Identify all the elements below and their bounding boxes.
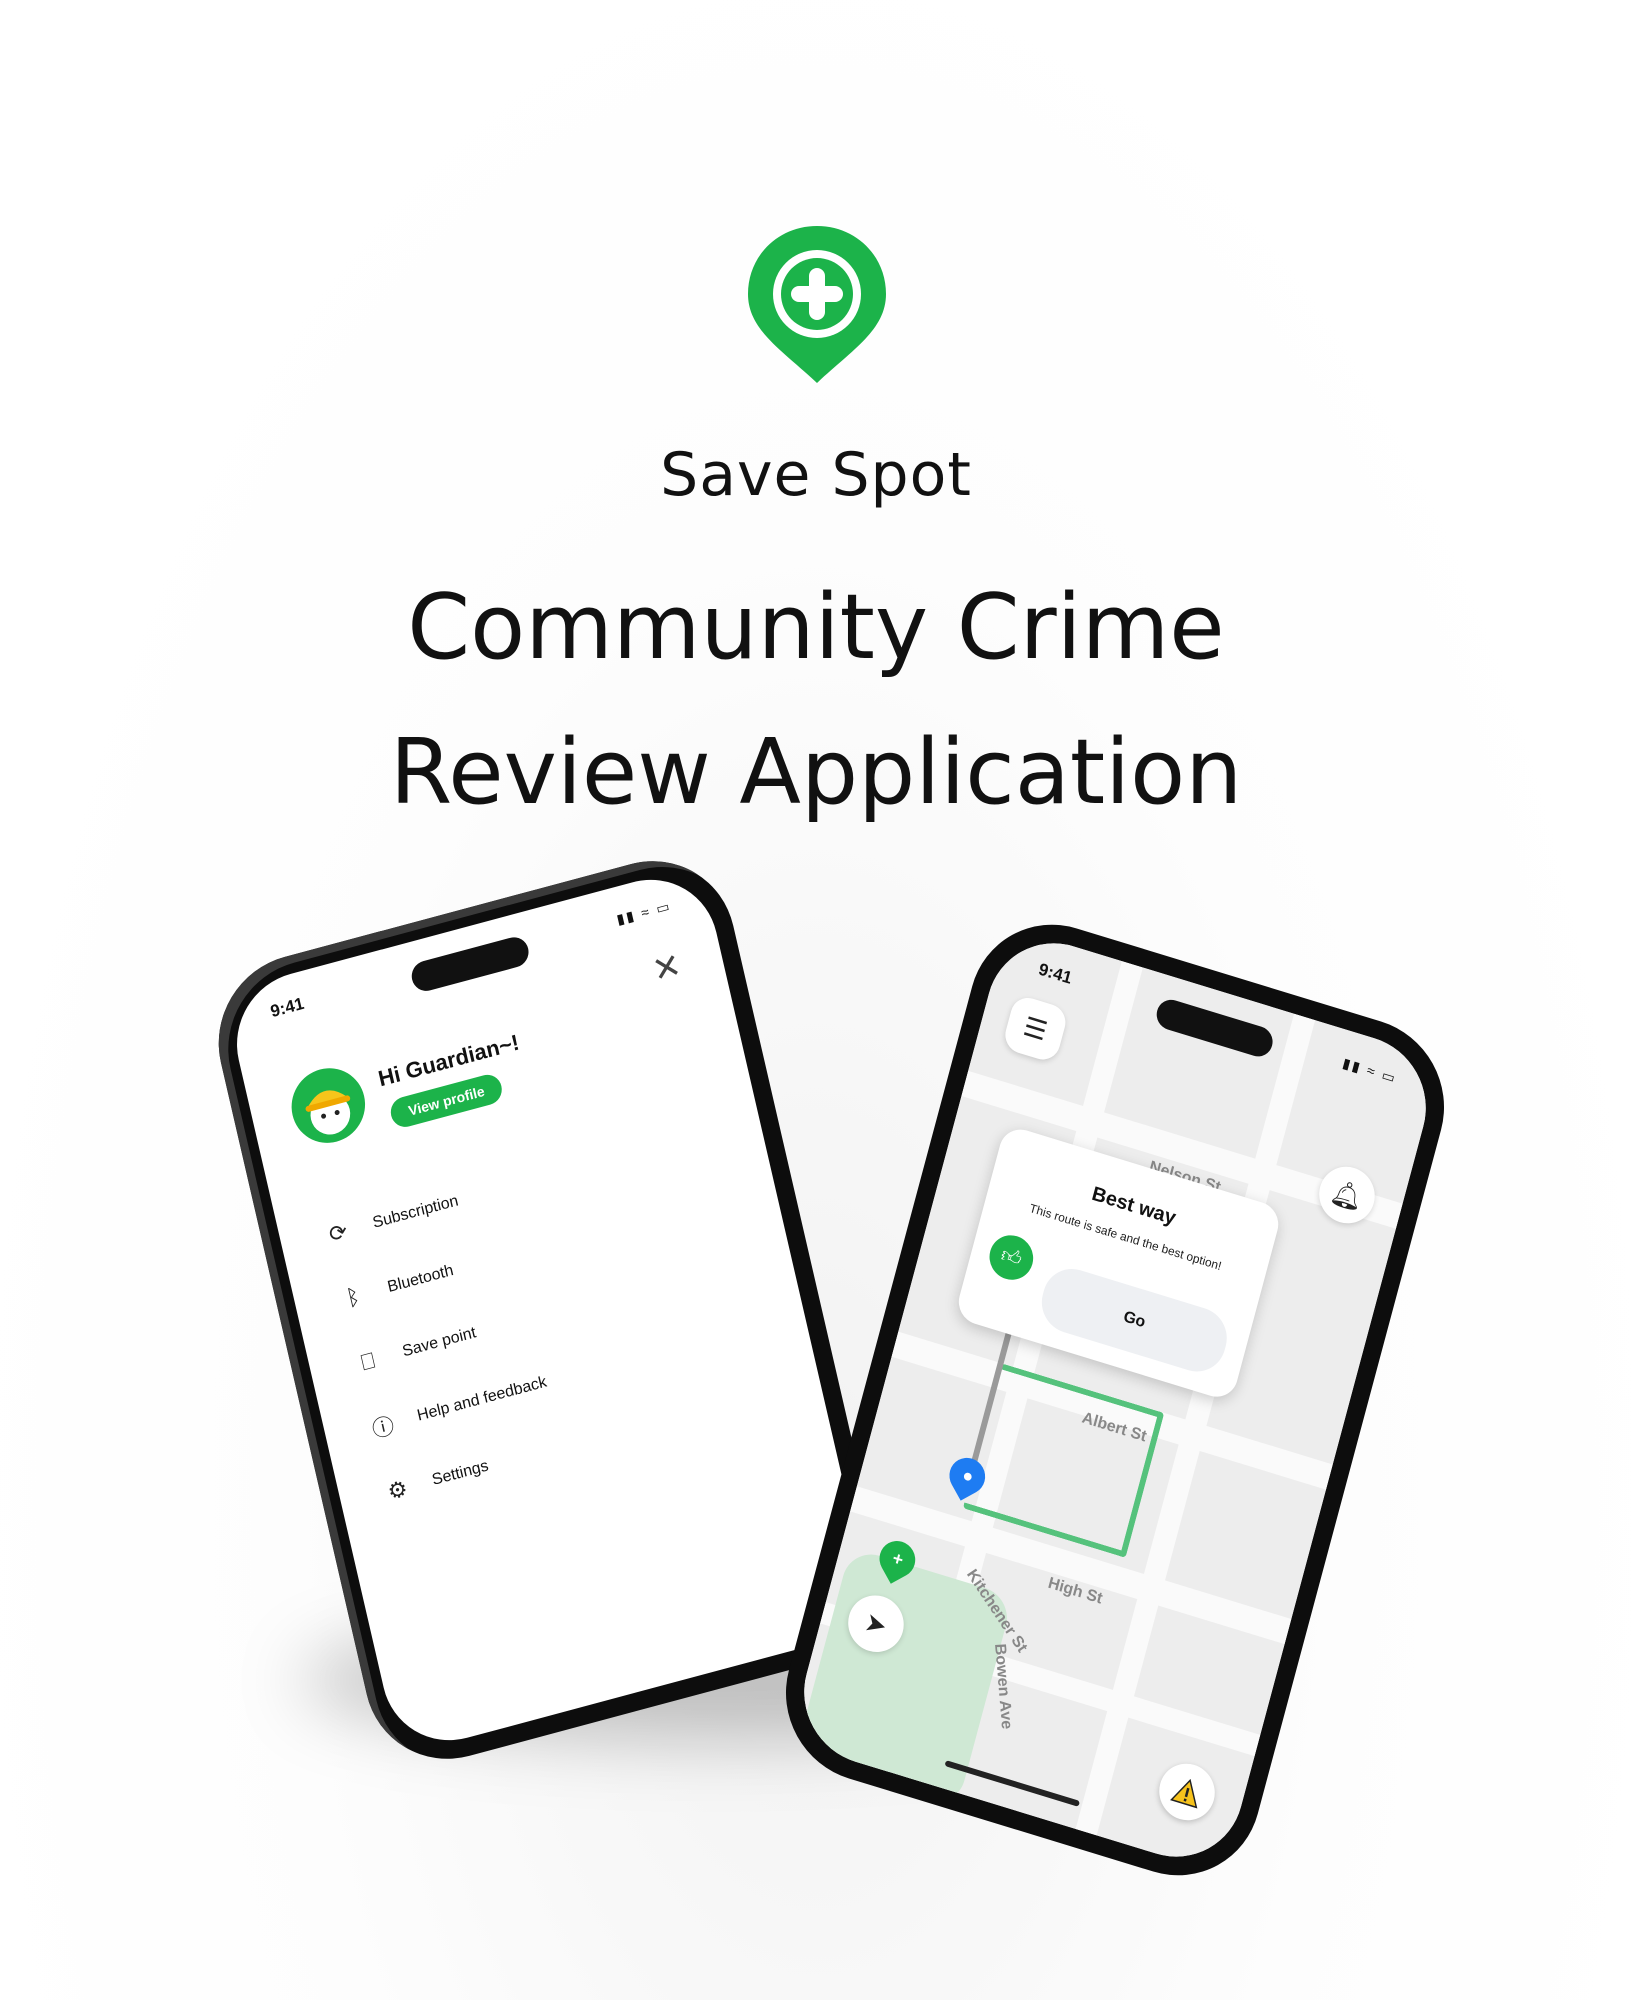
location-dot-icon: ● bbox=[959, 1464, 976, 1487]
phone-menu-screen: 9:41 ▮▮ ≈ ▭ ✕ Hi Guardian~! View profile… bbox=[201, 841, 899, 1779]
plus-icon: + bbox=[889, 1547, 906, 1570]
subscription-icon: ⟳ bbox=[326, 1218, 350, 1248]
map-screen: Nelson St Albert St High St Kitchener St… bbox=[788, 925, 1442, 1875]
side-menu: ⟳ Subscription ᛒ Bluetooth ⎕ Save point … bbox=[313, 1096, 797, 1527]
settings-icon: ⚙ bbox=[385, 1475, 410, 1505]
menu-item-label: Bluetooth bbox=[385, 1261, 456, 1297]
menu-item-label: Subscription bbox=[371, 1192, 461, 1232]
menu-item-label: Save point bbox=[400, 1324, 478, 1361]
warning-triangle-icon bbox=[1170, 1778, 1198, 1809]
status-time: 9:41 bbox=[268, 993, 306, 1022]
menu-screen: 9:41 ▮▮ ≈ ▭ ✕ Hi Guardian~! View profile… bbox=[223, 864, 877, 1756]
avatar-icon bbox=[305, 1090, 351, 1135]
headline-line-2: Review Application bbox=[389, 720, 1243, 825]
thumbs-up-icon: 👍︎ bbox=[984, 1229, 1039, 1286]
close-icon[interactable]: ✕ bbox=[649, 945, 686, 991]
brand-name: Save Spot bbox=[660, 440, 972, 510]
avatar[interactable] bbox=[284, 1059, 373, 1152]
bluetooth-icon: ᛒ bbox=[343, 1283, 363, 1311]
headline-line-1: Community Crime bbox=[407, 575, 1225, 680]
status-icons: ▮▮ ≈ ▭ bbox=[614, 897, 673, 928]
bookmark-icon: ⎕ bbox=[358, 1347, 378, 1376]
hero: Save Spot Community Crime Review Applica… bbox=[0, 0, 1632, 840]
street-label: Bowen Ave bbox=[991, 1643, 1016, 1730]
location-pin-plus-icon bbox=[748, 226, 886, 383]
menu-item-label: Settings bbox=[430, 1457, 491, 1489]
phone-map-screen: Nelson St Albert St High St Kitchener St… bbox=[766, 903, 1464, 1897]
help-icon: ⓘ bbox=[369, 1412, 397, 1443]
menu-item-label: Help and feedback bbox=[415, 1373, 549, 1425]
dynamic-island bbox=[408, 933, 532, 995]
